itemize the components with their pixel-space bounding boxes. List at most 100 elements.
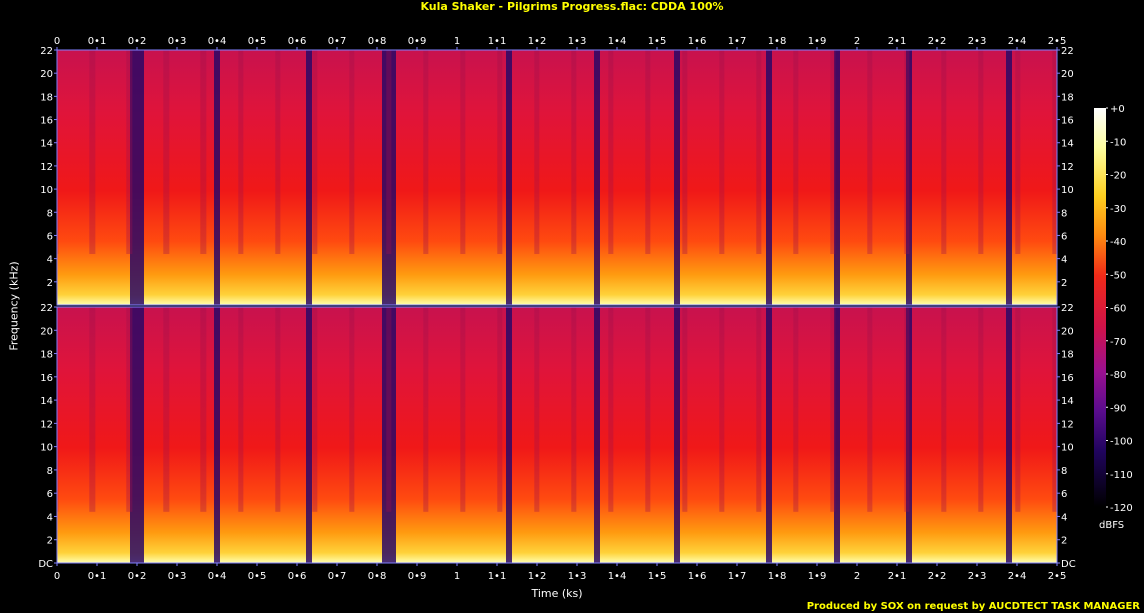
y-tick-label-right: 8	[1061, 466, 1067, 477]
texture-stripe	[904, 50, 906, 254]
x-tick-label-top: 0•4	[208, 36, 227, 47]
y-tick-label-right: 16	[1061, 373, 1074, 384]
texture-stripe	[423, 307, 425, 512]
y-tick-label-right: 12	[1061, 419, 1074, 430]
x-tick-label: 0•2	[128, 571, 147, 582]
texture-stripe	[200, 307, 202, 512]
texture-stripe	[867, 307, 869, 512]
y-tick-label: 12	[40, 162, 53, 173]
y-tick-label: 14	[40, 396, 53, 407]
x-tick-label-top: 0•9	[408, 36, 427, 47]
texture-stripe	[238, 307, 240, 512]
colorbar-tick-label: +0	[1110, 104, 1125, 115]
y-axis-label: Frequency (kHz)	[7, 261, 21, 351]
texture-stripe	[719, 50, 721, 254]
x-tick-label: 0•3	[168, 571, 187, 582]
y-tick-label: 4	[47, 255, 53, 266]
x-tick-label: 2•5	[1048, 571, 1067, 582]
x-tick-label-top: 2•4	[1008, 36, 1027, 47]
texture-stripe	[1052, 50, 1054, 254]
x-tick-label: 2•4	[1008, 571, 1027, 582]
y-tick-label-right: 20	[1061, 69, 1074, 80]
x-tick-label-top: 0•1	[88, 36, 107, 47]
x-tick-label-top: 1•6	[688, 36, 707, 47]
y-tick-label-right: 18	[1061, 350, 1074, 361]
colorbar-tick-label: -110	[1110, 470, 1133, 481]
texture-stripe	[941, 50, 943, 254]
texture-stripe	[497, 50, 499, 254]
x-tick-label-top: 2•1	[888, 36, 907, 47]
y-tick-label-right: 10	[1061, 443, 1074, 454]
x-tick-label: 0•5	[248, 571, 267, 582]
y-tick-label-right: 22	[1061, 303, 1074, 314]
x-tick-label-top: 1•4	[608, 36, 627, 47]
y-tick-label: DC	[38, 559, 53, 570]
texture-stripe	[1015, 50, 1017, 254]
colorbar: +0 -10 -20 -30 -40 -50 -60 -70 -80 -90 -100 -110 -12…	[1094, 104, 1133, 514]
x-tick-label: 0•9	[408, 571, 427, 582]
texture-stripe	[867, 50, 869, 254]
x-tick-label-top: 1•9	[808, 36, 827, 47]
x-tick-label-top: 1•7	[728, 36, 747, 47]
texture-stripe	[978, 307, 980, 512]
quiet-gap	[766, 307, 772, 563]
x-tick-label-top: 0•6	[288, 36, 307, 47]
texture-stripe	[312, 50, 314, 254]
texture-stripe	[349, 50, 351, 254]
y-tick-label: 20	[40, 326, 53, 337]
x-tick-label-top: 0•8	[368, 36, 387, 47]
y-tick-label: 22	[40, 303, 53, 314]
x-tick-label-top: 1•8	[768, 36, 787, 47]
x-tick-label-top: 0•3	[168, 36, 187, 47]
quiet-gap	[506, 50, 512, 305]
x-tick-label-top: 2•2	[928, 36, 947, 47]
y-tick-label: 8	[47, 208, 53, 219]
x-tick-label: 0•8	[368, 571, 387, 582]
texture-stripe	[608, 307, 610, 512]
colorbar-tick-label: -30	[1110, 204, 1126, 215]
x-tick-label: 0•6	[288, 571, 307, 582]
x-tick-label: 1•8	[768, 571, 787, 582]
texture-stripe	[682, 50, 684, 254]
texture-stripe	[497, 307, 499, 512]
y-tick-label-right: DC	[1061, 559, 1076, 570]
quiet-gap	[306, 50, 312, 305]
texture-stripe	[793, 307, 795, 512]
texture-stripe	[460, 50, 462, 254]
quiet-gap	[306, 307, 312, 563]
texture-stripe	[200, 50, 202, 254]
colorbar-tick-label: -90	[1110, 403, 1126, 414]
texture-stripe	[238, 50, 240, 254]
x-axis-label: Time (ks)	[531, 587, 583, 600]
quiet-gap	[214, 307, 220, 563]
y-tick-label-right: 6	[1061, 489, 1067, 500]
x-tick-label: 1•5	[648, 571, 667, 582]
y-tick-label: 6	[47, 231, 53, 242]
x-tick-label-top: 0	[54, 36, 60, 47]
x-tick-label: 1•6	[688, 571, 707, 582]
y-tick-label: 6	[47, 489, 53, 500]
x-tick-label: 0•7	[328, 571, 347, 582]
x-tick-label: 1•7	[728, 571, 747, 582]
y-tick-label: 10	[40, 443, 53, 454]
colorbar-tick-label: -100	[1110, 437, 1133, 448]
colorbar-tick-label: -70	[1110, 337, 1126, 348]
texture-stripe	[830, 50, 832, 254]
y-tick-label: 18	[40, 350, 53, 361]
y-tick-label-right: 20	[1061, 326, 1074, 337]
quiet-gap	[674, 50, 680, 305]
texture-stripe	[460, 307, 462, 512]
x-tick-label: 1	[454, 571, 460, 582]
y-tick-label: 16	[40, 116, 53, 127]
texture-stripe	[534, 307, 536, 512]
texture-stripe	[793, 50, 795, 254]
colorbar-tick-label: -80	[1110, 370, 1126, 381]
x-tick-label: 2•1	[888, 571, 907, 582]
x-tick-label-top: 2•3	[968, 36, 987, 47]
texture-stripe	[423, 50, 425, 254]
y-tick-label-right: 12	[1061, 162, 1074, 173]
x-tick-label: 1•9	[808, 571, 827, 582]
texture-stripe	[163, 307, 165, 512]
y-tick-label-right: 14	[1061, 139, 1074, 150]
y-tick-label: 2	[47, 278, 53, 289]
